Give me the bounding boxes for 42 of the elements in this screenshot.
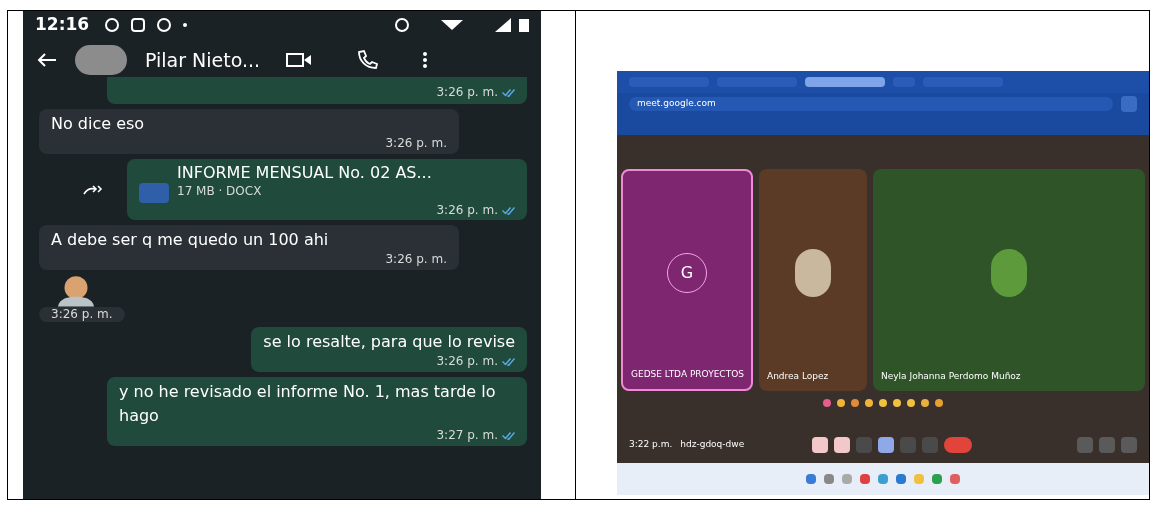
notification-icon — [105, 18, 120, 32]
message-time: 3:26 p. m. — [385, 136, 447, 151]
double-check-icon — [502, 357, 515, 366]
end-call-button[interactable] — [944, 437, 973, 453]
message-text: A debe ser q me quedo un 100 ahi — [51, 230, 329, 249]
alarm-icon — [395, 18, 409, 32]
address-bar[interactable]: meet.google.com — [629, 97, 1113, 111]
participant-name: Andrea Lopez — [767, 369, 830, 383]
message-time: 3:26 p. m. — [436, 85, 498, 100]
message-time: 3:26 p. m. — [436, 203, 498, 218]
forward-icon — [83, 183, 105, 196]
participant-name: Neyla Johanna Perdomo Muñoz — [881, 369, 1022, 383]
more-options-icon[interactable] — [422, 51, 429, 69]
url-text: meet.google.com — [637, 97, 716, 111]
message-time: 3:26 p. m. — [436, 354, 498, 369]
message-time: 3:26 p. m. — [385, 252, 447, 267]
video-call-icon[interactable] — [286, 52, 313, 68]
file-name: INFORME MENSUAL No. 02 AS... — [177, 163, 433, 182]
file-info: 17 MB · DOCX — [177, 183, 263, 200]
meeting-time: 3:22 p.m. — [629, 438, 673, 452]
back-arrow-icon[interactable] — [37, 52, 57, 68]
document-message[interactable]: INFORME MENSUAL No. 02 AS... 17 MB · DOCX 3:26 p. m. — [127, 159, 527, 220]
signal-icon — [495, 18, 511, 32]
wifi-icon — [441, 20, 463, 30]
contact-avatar[interactable] — [75, 45, 127, 75]
avatar-initial: G — [680, 262, 694, 285]
dot-icon — [183, 23, 188, 27]
word-file-icon — [139, 183, 169, 203]
message-text: se lo resalte, para que lo revise — [263, 332, 515, 351]
double-check-icon — [502, 431, 515, 440]
participant-name: GEDSE LTDA PROYECTOS — [631, 367, 743, 381]
phone-call-icon[interactable] — [356, 50, 379, 70]
message-text: y no he revisado el informe No. 1, mas tarde lo hago — [119, 382, 496, 425]
status-time: 12:16 — [35, 13, 90, 37]
double-check-icon — [502, 88, 515, 97]
meeting-code: hdz-gdoq-dwe — [680, 438, 745, 452]
battery-icon — [519, 18, 529, 32]
contact-name[interactable]: Pilar Nieto... — [145, 45, 261, 75]
message-text: No dice eso — [51, 114, 145, 133]
double-check-icon — [502, 206, 515, 215]
message-time: 3:26 p. m. — [51, 307, 113, 322]
message-time: 3:27 p. m. — [436, 428, 498, 443]
